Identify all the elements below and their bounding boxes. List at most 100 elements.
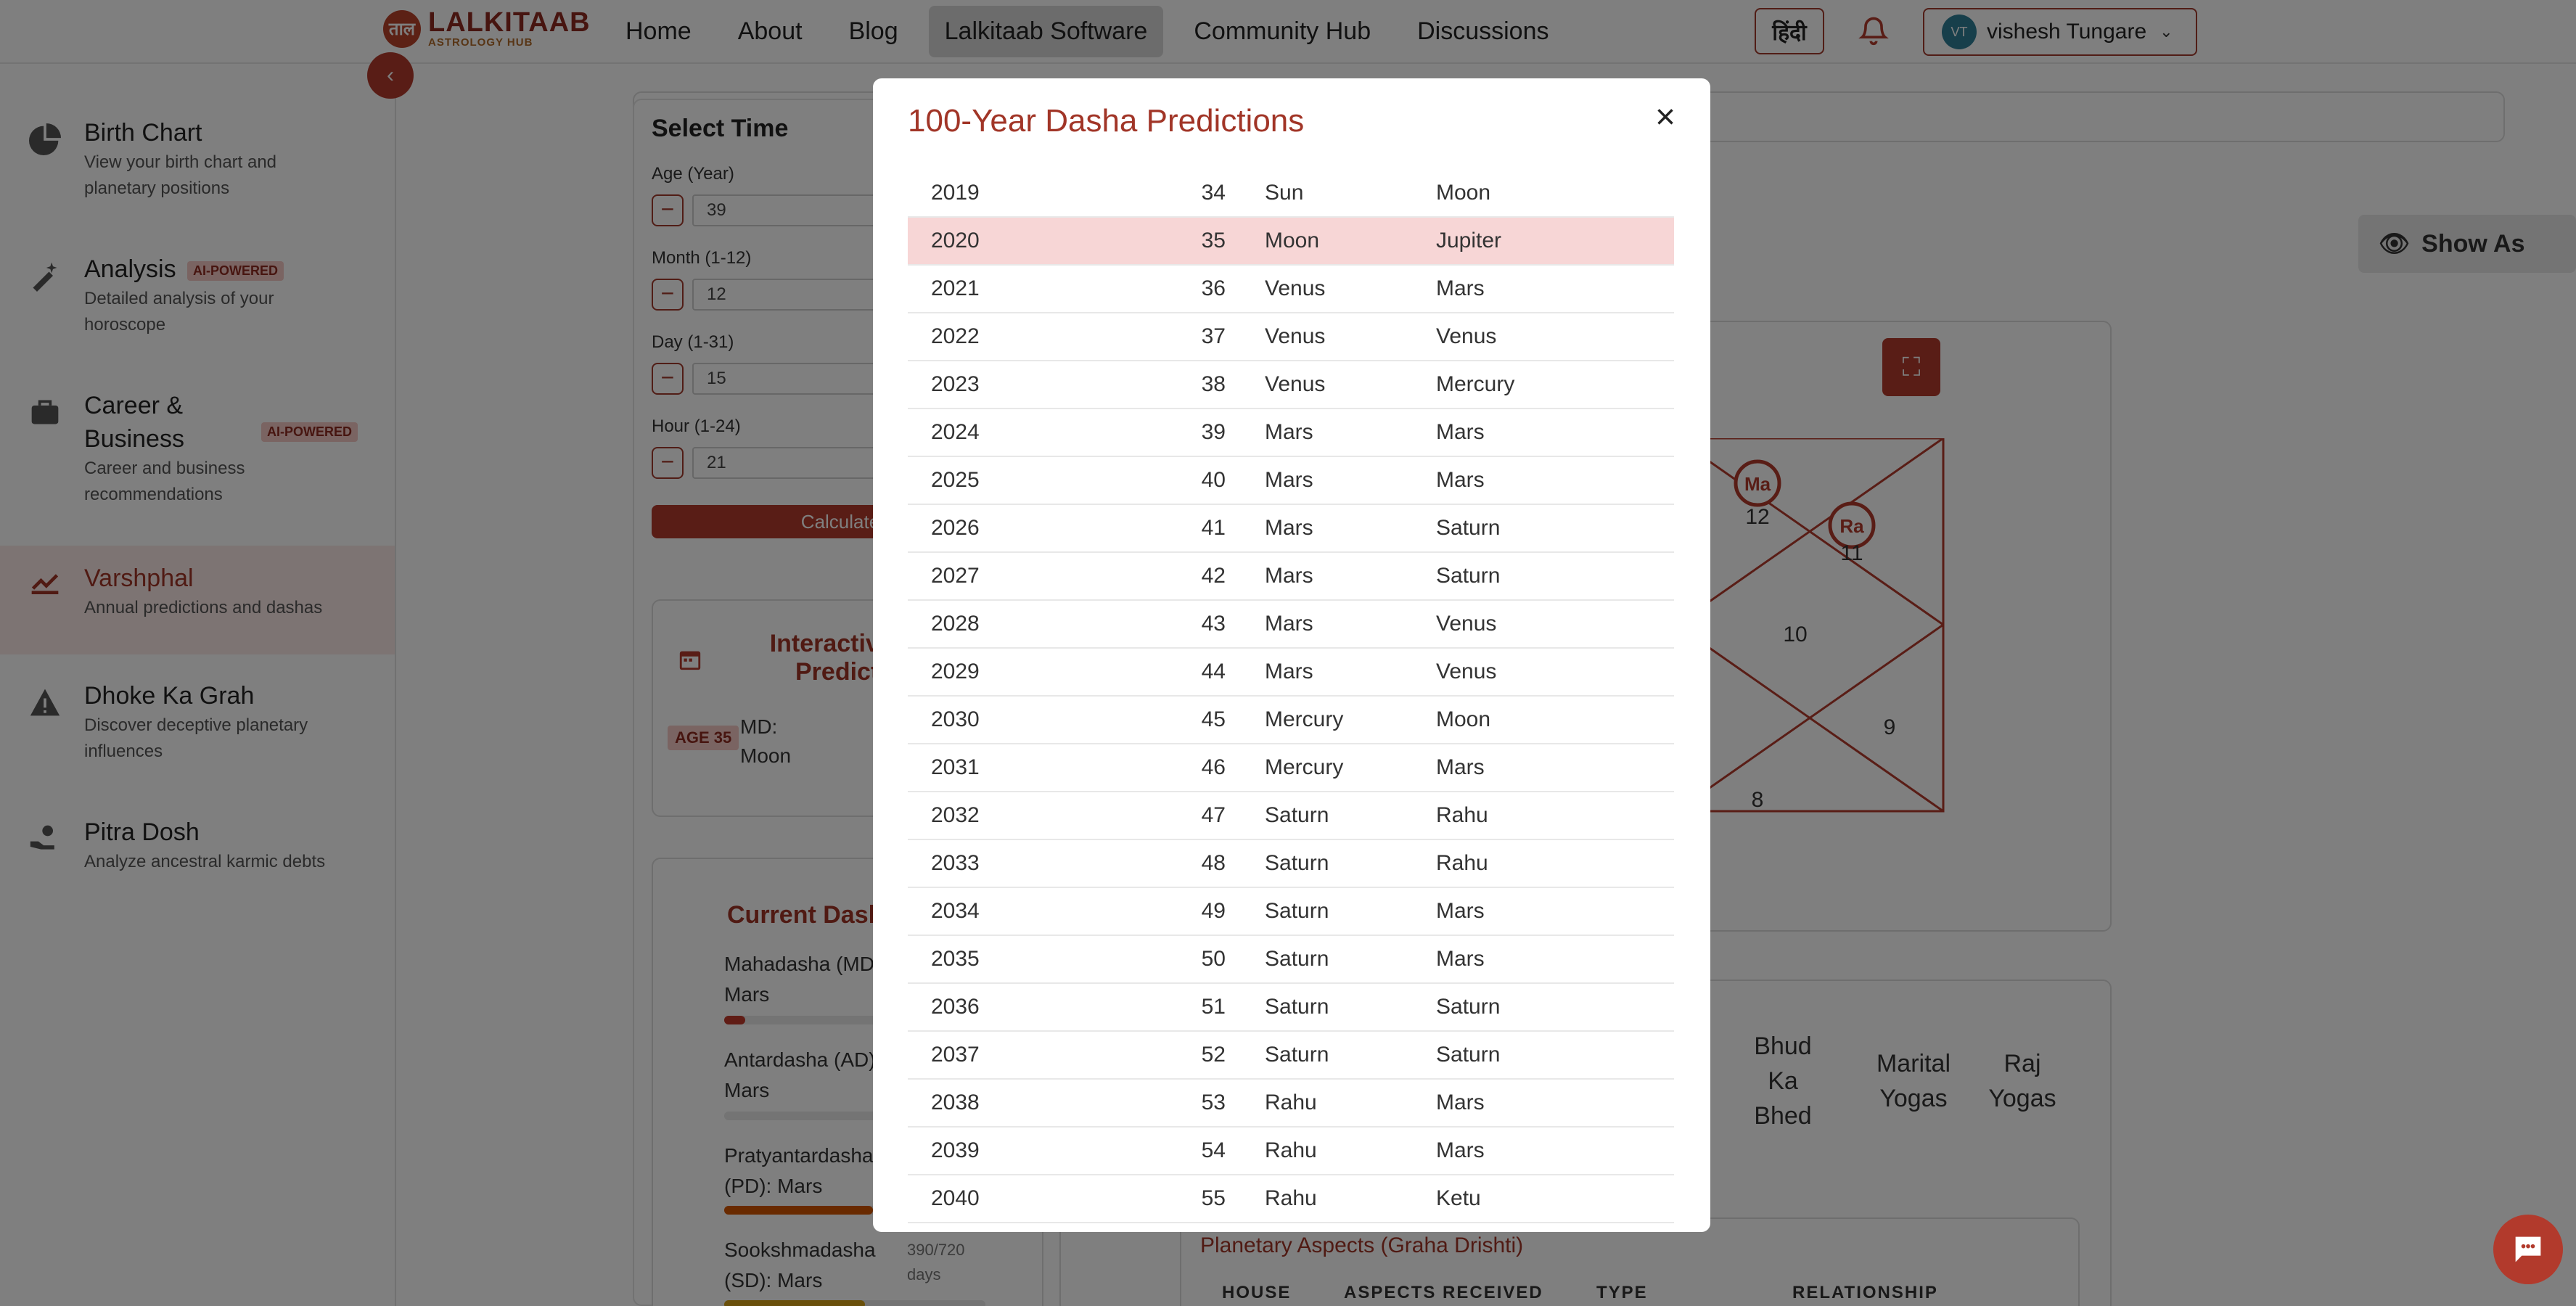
table-row: 2021 36 Venus Mars (908, 266, 1674, 313)
year-cell: 2021 (931, 276, 980, 300)
age-cell: 54 (1201, 1138, 1226, 1162)
antardasha-cell: Venus (1436, 612, 1497, 636)
table-row: 2033 48 Saturn Rahu (908, 840, 1674, 888)
antardasha-cell: Rahu (1436, 851, 1488, 875)
table-row: 2039 54 Rahu Mars (908, 1128, 1674, 1175)
mahadasha-cell: Mars (1265, 468, 1313, 492)
antardasha-cell: Mars (1436, 947, 1485, 971)
age-cell: 38 (1201, 372, 1226, 396)
year-cell: 2039 (931, 1138, 980, 1162)
dasha-predictions-modal: 100-Year Dasha Predictions × 2019 34 Sun Mo… (873, 78, 1710, 1232)
mahadasha-cell: Saturn (1265, 803, 1329, 827)
year-cell: 2040 (931, 1186, 980, 1210)
table-row: 2035 50 Saturn Mars (908, 936, 1674, 984)
table-row: 2029 44 Mars Venus (908, 649, 1674, 697)
antardasha-cell: Venus (1436, 660, 1497, 683)
chat-button[interactable] (2493, 1215, 2563, 1284)
antardasha-cell: Ketu (1436, 1186, 1481, 1210)
year-cell: 2028 (931, 612, 980, 636)
antardasha-cell: Mars (1436, 420, 1485, 444)
age-cell: 48 (1201, 851, 1226, 875)
mahadasha-cell: Mars (1265, 420, 1313, 444)
table-row: 2030 45 Mercury Moon (908, 697, 1674, 744)
table-row: 2040 55 Rahu Ketu (908, 1175, 1674, 1223)
year-cell: 2022 (931, 324, 980, 348)
table-row: 2028 43 Mars Venus (908, 601, 1674, 649)
year-cell: 2030 (931, 707, 980, 731)
mahadasha-cell: Sun (1265, 181, 1304, 205)
year-cell: 2026 (931, 516, 980, 540)
age-cell: 40 (1201, 468, 1226, 492)
mahadasha-cell: Mars (1265, 564, 1313, 588)
antardasha-cell: Saturn (1436, 516, 1501, 540)
year-cell: 2033 (931, 851, 980, 875)
age-cell: 55 (1201, 1186, 1226, 1210)
modal-title: 100-Year Dasha Predictions (908, 103, 1305, 139)
year-cell: 2036 (931, 995, 980, 1019)
age-cell: 47 (1201, 803, 1226, 827)
table-row: 2034 49 Saturn Mars (908, 888, 1674, 936)
age-cell: 44 (1201, 660, 1226, 683)
antardasha-cell: Moon (1436, 181, 1491, 205)
table-row: 2037 52 Saturn Saturn (908, 1032, 1674, 1080)
year-cell: 2023 (931, 372, 980, 396)
mahadasha-cell: Saturn (1265, 1043, 1329, 1067)
mahadasha-cell: Venus (1265, 276, 1326, 300)
antardasha-cell: Saturn (1436, 995, 1501, 1019)
year-cell: 2037 (931, 1043, 980, 1067)
antardasha-cell: Rahu (1436, 803, 1488, 827)
table-row: 2032 47 Saturn Rahu (908, 792, 1674, 840)
age-cell: 50 (1201, 947, 1226, 971)
chat-icon (2515, 1236, 2541, 1262)
antardasha-cell: Saturn (1436, 564, 1501, 588)
close-icon[interactable]: × (1646, 99, 1684, 136)
antardasha-cell: Jupiter (1436, 229, 1502, 252)
table-row: 2023 38 Venus Mercury (908, 361, 1674, 409)
age-cell: 36 (1201, 276, 1226, 300)
mahadasha-cell: Venus (1265, 372, 1326, 396)
mahadasha-cell: Mars (1265, 516, 1313, 540)
antardasha-cell: Mars (1436, 468, 1485, 492)
age-cell: 34 (1201, 181, 1226, 205)
mahadasha-cell: Mercury (1265, 707, 1344, 731)
antardasha-cell: Moon (1436, 707, 1491, 731)
mahadasha-cell: Saturn (1265, 899, 1329, 923)
mahadasha-cell: Rahu (1265, 1186, 1317, 1210)
table-row: 2038 53 Rahu Mars (908, 1080, 1674, 1128)
mahadasha-cell: Moon (1265, 229, 1320, 252)
mahadasha-cell: Rahu (1265, 1091, 1317, 1114)
year-cell: 2029 (931, 660, 980, 683)
year-cell: 2038 (931, 1091, 980, 1114)
table-row: 2027 42 Mars Saturn (908, 553, 1674, 601)
age-cell: 37 (1201, 324, 1226, 348)
antardasha-cell: Mars (1436, 755, 1485, 779)
mahadasha-cell: Mars (1265, 612, 1313, 636)
year-cell: 2031 (931, 755, 980, 779)
year-cell: 2034 (931, 899, 980, 923)
age-cell: 35 (1201, 229, 1226, 252)
mahadasha-cell: Rahu (1265, 1138, 1317, 1162)
antardasha-cell: Mars (1436, 276, 1485, 300)
table-row: 2019 34 Sun Moon (908, 170, 1674, 218)
antardasha-cell: Saturn (1436, 1043, 1501, 1067)
dasha-table: 2019 34 Sun Moon 2020 35 Moon Jupiter 2021 36 Venu… (908, 170, 1674, 1223)
year-cell: 2019 (931, 181, 980, 205)
mahadasha-cell: Saturn (1265, 995, 1329, 1019)
antardasha-cell: Mars (1436, 1138, 1485, 1162)
table-row: 2036 51 Saturn Saturn (908, 984, 1674, 1032)
mahadasha-cell: Saturn (1265, 851, 1329, 875)
year-cell: 2035 (931, 947, 980, 971)
antardasha-cell: Venus (1436, 324, 1497, 348)
table-row: 2022 37 Venus Venus (908, 313, 1674, 361)
antardasha-cell: Mars (1436, 899, 1485, 923)
age-cell: 42 (1201, 564, 1226, 588)
antardasha-cell: Mars (1436, 1091, 1485, 1114)
age-cell: 49 (1201, 899, 1226, 923)
table-row: 2020 35 Moon Jupiter (908, 218, 1674, 266)
year-cell: 2020 (931, 229, 980, 252)
table-row: 2025 40 Mars Mars (908, 457, 1674, 505)
year-cell: 2027 (931, 564, 980, 588)
age-cell: 45 (1201, 707, 1226, 731)
table-row: 2024 39 Mars Mars (908, 409, 1674, 457)
year-cell: 2032 (931, 803, 980, 827)
